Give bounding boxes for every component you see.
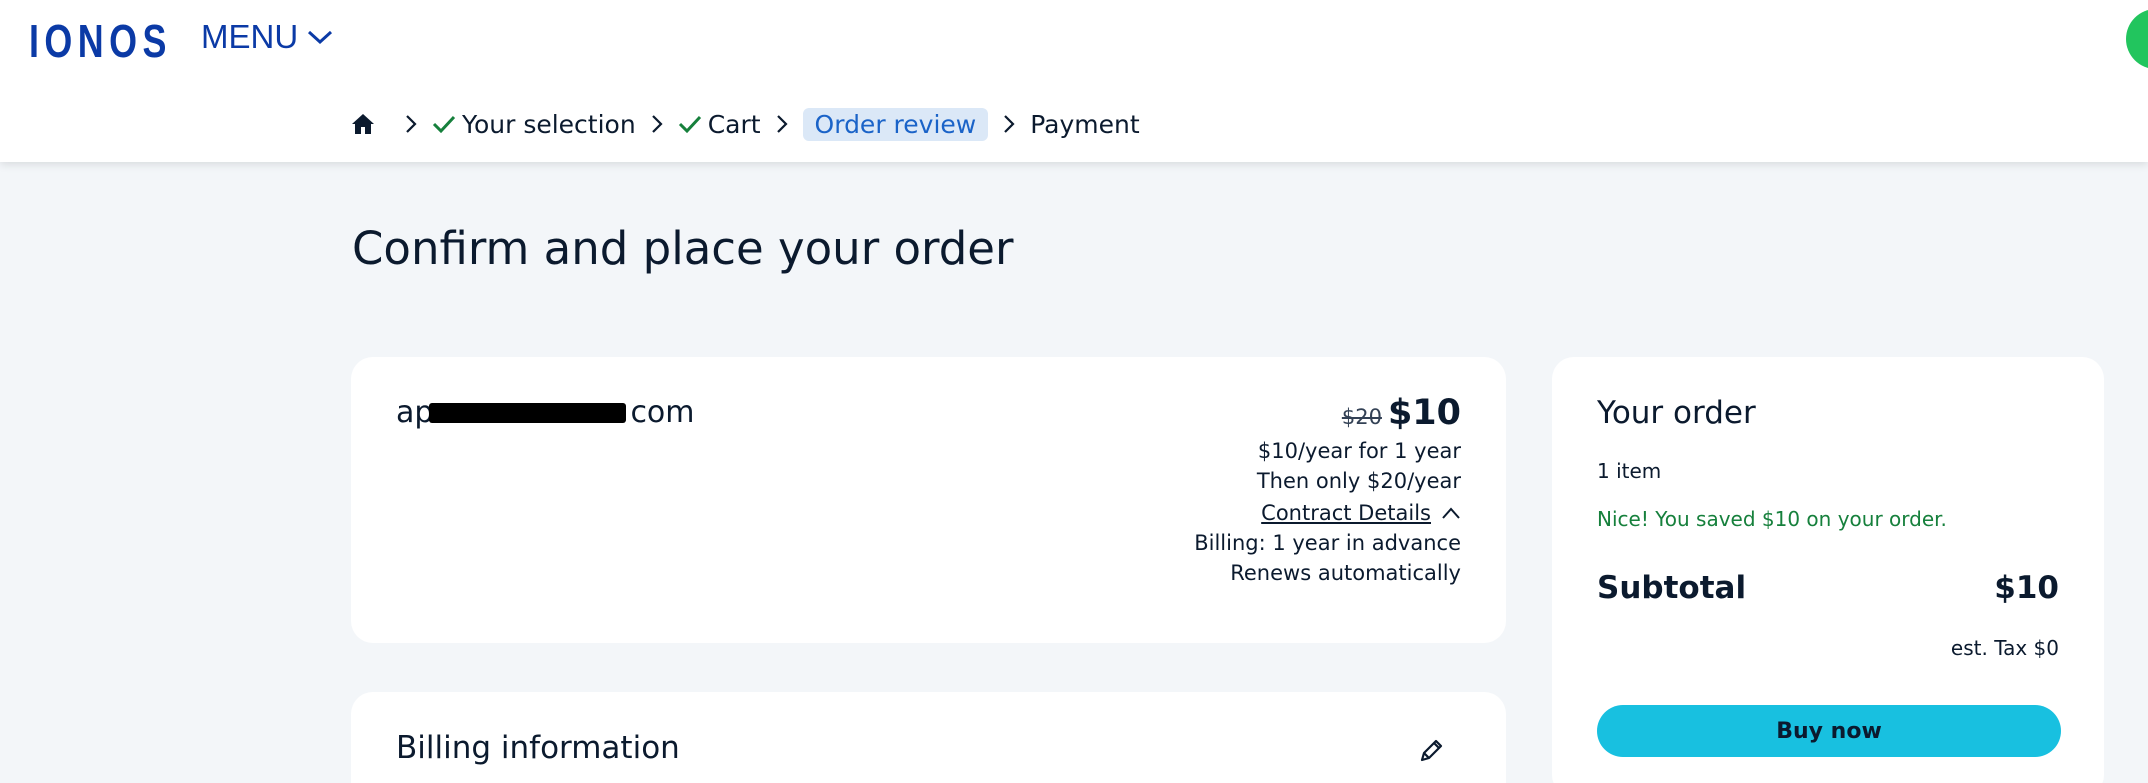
domain-item-card: ap com $20 $10 $10/year for 1 year Then o…: [351, 357, 1506, 643]
contract-details-toggle[interactable]: Contract Details: [1261, 501, 1461, 525]
breadcrumb-label: Cart: [707, 109, 761, 139]
breadcrumb-order-review: Order review: [802, 107, 989, 141]
breadcrumb-label: Your selection: [462, 109, 636, 139]
check-icon: [432, 114, 456, 134]
chevron-right-icon: [1002, 113, 1016, 135]
contract-details-label: Contract Details: [1261, 501, 1431, 525]
breadcrumb-payment: Payment: [1030, 109, 1140, 139]
checkout-breadcrumb: Your selection Cart Order review Payment: [350, 104, 1140, 144]
top-navigation-bar: IONOS MENU Your selection Cart Order rev…: [0, 0, 2148, 162]
pencil-icon[interactable]: [1416, 736, 1446, 766]
renewal-note: Renews automatically: [1230, 561, 1461, 585]
buy-now-button[interactable]: Buy now: [1597, 705, 2061, 757]
first-year-price: $10/year for 1 year: [1257, 439, 1461, 463]
page-title: Confirm and place your order: [352, 222, 1014, 275]
breadcrumb-cart[interactable]: Cart: [678, 110, 761, 139]
chevron-right-icon: [775, 113, 789, 135]
menu-button[interactable]: MENU: [201, 18, 334, 56]
item-count: 1 item: [1597, 459, 1662, 483]
breadcrumb-your-selection[interactable]: Your selection: [432, 110, 636, 139]
estimated-tax: est. Tax $0: [1950, 636, 2059, 660]
user-avatar[interactable]: [2126, 9, 2148, 69]
order-summary-title: Your order: [1597, 395, 1756, 431]
redaction-bar: [429, 403, 626, 423]
subtotal-label: Subtotal: [1597, 570, 1747, 606]
price-block: $20 $10 $10/year for 1 year Then only $2…: [1194, 393, 1461, 585]
chevron-down-icon: [308, 30, 333, 45]
chevron-up-icon: [1442, 507, 1460, 519]
home-icon[interactable]: [350, 111, 376, 137]
order-summary-card: Your order 1 item Nice! You saved $10 on…: [1552, 357, 2104, 783]
billing-title: Billing information: [396, 730, 680, 766]
menu-label: MENU: [201, 18, 299, 55]
billing-information-card: Billing information: [351, 692, 1506, 783]
original-price: $20: [1341, 405, 1382, 429]
chevron-right-icon: [650, 113, 664, 135]
billing-term: Billing: 1 year in advance: [1194, 531, 1461, 555]
check-icon: [678, 114, 702, 134]
savings-message: Nice! You saved $10 on your order.: [1597, 507, 1947, 531]
chevron-right-icon: [404, 113, 418, 135]
discounted-price: $10: [1387, 393, 1461, 433]
subtotal-value: $10: [1994, 570, 2059, 606]
ionos-logo[interactable]: IONOS: [29, 14, 172, 68]
renewal-price: Then only $20/year: [1256, 469, 1461, 493]
